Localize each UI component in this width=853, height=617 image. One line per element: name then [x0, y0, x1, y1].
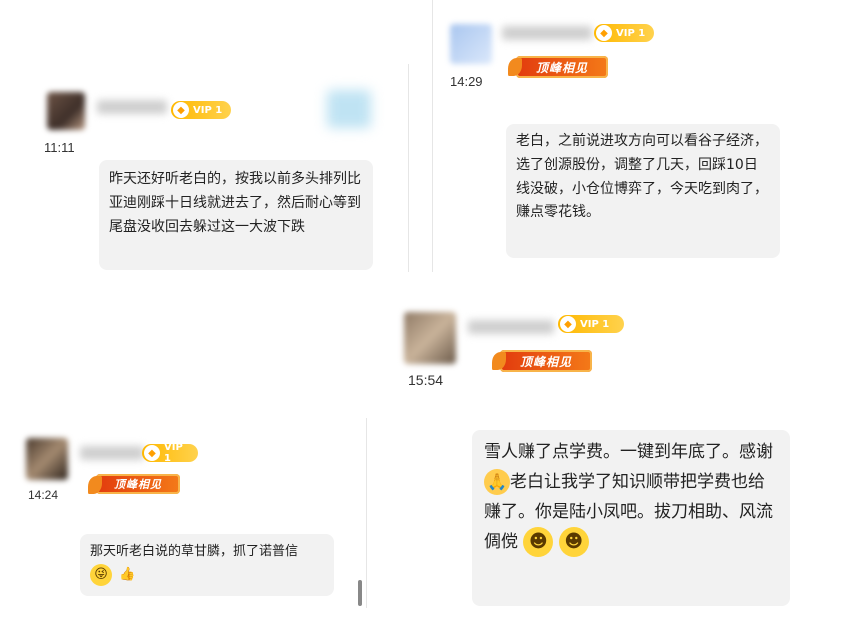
dragon-badge: 顶峰相见: [88, 474, 180, 494]
smile-emoji: ☻: [558, 527, 589, 558]
badge-label: 顶峰相见: [535, 60, 588, 75]
thumbs-up-emoji: 👍: [119, 566, 136, 582]
message-bubble: 那天听老白说的草甘膦，抓了诺普信 😜 👍: [80, 534, 334, 596]
message-text-1: 雪人赚了点学费。一键到年底了。感谢: [484, 442, 773, 462]
vip-badge: ◆ VIP 1: [558, 315, 624, 333]
vip-label: VIP 1: [580, 318, 610, 330]
message-bubble: 雪人赚了点学费。一键到年底了。感谢🙏 老白让我学了知识顺带把学费也给赚了。你是陆小…: [472, 430, 790, 606]
avatar[interactable]: [404, 312, 456, 364]
avatar[interactable]: [26, 438, 68, 480]
message-text: 那天听老白说的草甘膦，抓了诺普信: [90, 544, 299, 559]
username-blurred[interactable]: [468, 320, 554, 334]
blurred-image: [327, 90, 371, 128]
post-card-4: ◆ VIP 1 顶峰相见 14:24 那天听老白说的草甘膦，抓了诺普信 😜 👍: [18, 418, 364, 608]
badge-label: 顶峰相见: [519, 354, 572, 369]
post-time: 14:29: [450, 74, 483, 89]
pray-emoji: 🙏: [484, 468, 510, 495]
username-blurred[interactable]: [80, 446, 144, 460]
dragon-icon: [492, 352, 506, 370]
username-blurred[interactable]: [502, 26, 592, 40]
vip-label: VIP 1: [193, 104, 223, 116]
divider: [408, 64, 409, 272]
divider: [432, 0, 433, 272]
wink-emoji: 😜: [90, 563, 112, 586]
divider: [366, 418, 367, 608]
vip-badge: ◆ VIP 1: [142, 442, 198, 464]
vip-label: VIP 1: [164, 442, 183, 464]
message-text: 昨天还好听老白的，按我以前多头排列比亚迪刚踩十日线就进去了，然后耐心等到尾盘没收…: [109, 171, 361, 235]
dragon-badge: 顶峰相见: [492, 350, 592, 372]
post-card-3: ◆ VIP 1 顶峰相见 15:54 雪人赚了点学费。一键到年底了。感谢🙏 老白让…: [392, 300, 812, 617]
message-bubble: 老白，之前说进攻方向可以看谷子经济，选了创源股份，调整了几天，回踩10日线没破，…: [506, 124, 780, 258]
post-time: 11:11: [44, 140, 75, 155]
dragon-badge: 顶峰相见: [508, 56, 608, 78]
post-card-2: ◆ VIP 1 顶峰相见 14:29 老白，之前说进攻方向可以看谷子经济，选了创…: [420, 0, 820, 272]
avatar[interactable]: [47, 92, 85, 130]
gem-icon: ◆: [560, 316, 576, 332]
badge-label: 顶峰相见: [114, 478, 162, 491]
dragon-icon: [508, 58, 522, 76]
message-bubble: 昨天还好听老白的，按我以前多头排列比亚迪刚踩十日线就进去了，然后耐心等到尾盘没收…: [99, 160, 373, 270]
gem-icon: ◆: [596, 25, 612, 41]
message-text: 老白，之前说进攻方向可以看谷子经济，选了创源股份，调整了几天，回踩10日线没破，…: [516, 133, 768, 221]
scrollbar-thumb[interactable]: [358, 580, 362, 606]
username-blurred[interactable]: [97, 100, 167, 114]
post-time: 14:24: [28, 488, 59, 502]
dragon-icon: [88, 476, 102, 494]
avatar[interactable]: [450, 24, 492, 64]
post-card-1: ◆ VIP 1 11:11 昨天还好听老白的，按我以前多头排列比亚迪刚踩十日线就…: [27, 64, 410, 272]
smile-emoji: ☻: [523, 527, 554, 558]
gem-icon: ◆: [144, 445, 160, 461]
vip-badge: ◆ VIP 1: [171, 101, 231, 119]
post-time: 15:54: [408, 372, 444, 388]
gem-icon: ◆: [173, 102, 189, 118]
vip-badge: ◆ VIP 1: [594, 24, 654, 42]
vip-label: VIP 1: [616, 27, 646, 39]
